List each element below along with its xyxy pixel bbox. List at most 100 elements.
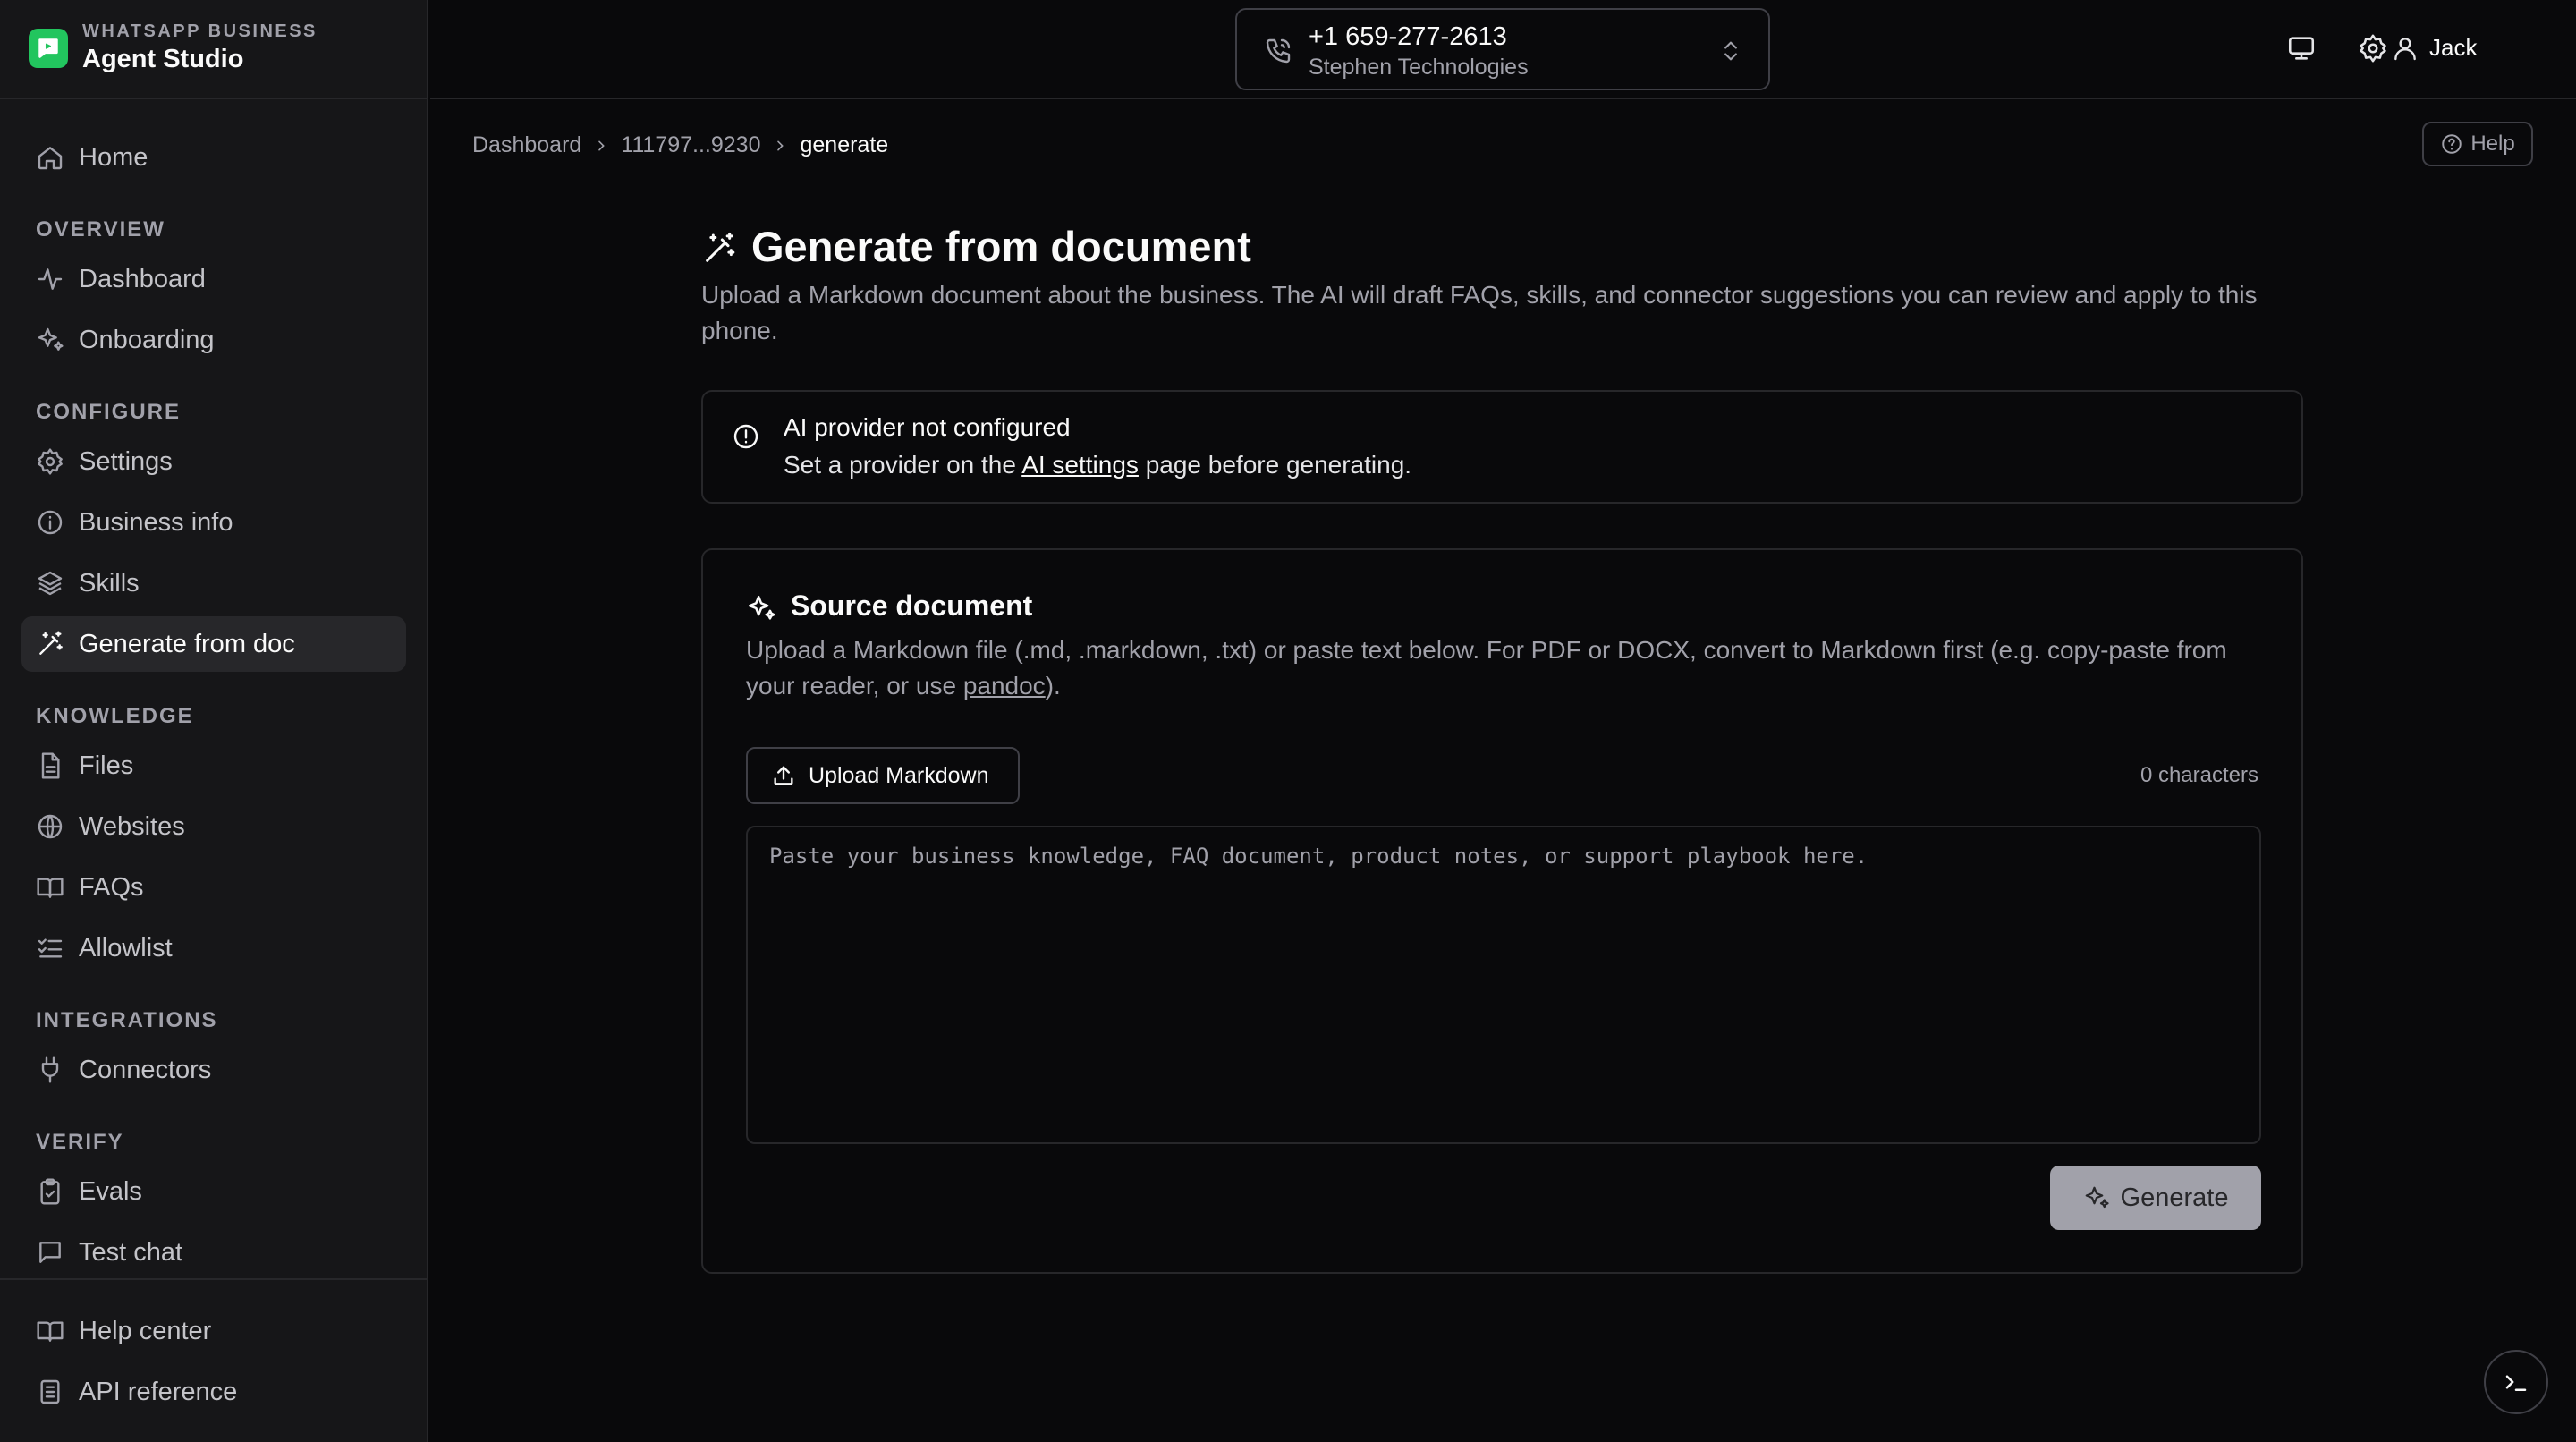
pandoc-link[interactable]: pandoc (963, 672, 1046, 700)
sidebar-item-skills[interactable]: Skills (21, 556, 406, 611)
sidebar-item-label: Generate from doc (79, 629, 295, 658)
sidebar-item-test-chat[interactable]: Test chat (21, 1225, 406, 1280)
sidebar-item-label: FAQs (79, 872, 144, 902)
alert-body-prefix: Set a provider on the (784, 451, 1022, 479)
sidebar-item-files[interactable]: Files (21, 738, 406, 793)
brand-kicker: WHATSAPP BUSINESS (82, 21, 318, 41)
help-circle-icon (2442, 134, 2462, 154)
gear-icon (38, 448, 63, 475)
document-textarea[interactable] (746, 826, 2261, 1144)
file-text-icon (41, 752, 60, 779)
sidebar-item-label: Settings (79, 446, 173, 476)
sidebar-item-websites[interactable]: Websites (21, 799, 406, 854)
generate-button[interactable]: Generate (2050, 1166, 2261, 1230)
gear-icon (2360, 34, 2386, 63)
plug-icon (41, 1056, 59, 1083)
chevron-right-icon (777, 140, 784, 150)
terminal-icon (2505, 1375, 2527, 1391)
card-description: Upload a Markdown file (.md, .markdown, … (746, 632, 2267, 704)
chevron-right-icon (598, 140, 606, 150)
info-icon (38, 510, 63, 535)
brand-header: WHATSAPP BUSINESS Agent Studio (0, 0, 427, 99)
top-bar: +1 659-277-2613 Stephen Technologies Jac… (430, 0, 2576, 99)
user-icon (2394, 38, 2416, 61)
section-knowledge: KNOWLEDGE (36, 704, 194, 728)
upload-markdown-button[interactable]: Upload Markdown (746, 747, 1020, 804)
sparkles-icon (38, 327, 64, 351)
home-icon (38, 147, 63, 170)
globe-icon (38, 814, 63, 839)
breadcrumb: Dashboard 111797...9230 generate (472, 132, 888, 158)
sidebar-item-onboarding[interactable]: Onboarding (21, 312, 406, 368)
sidebar-item-generate[interactable]: Generate from doc (21, 616, 406, 672)
sidebar-item-api-reference[interactable]: API reference (21, 1364, 406, 1420)
sidebar-item-home[interactable]: Home (21, 130, 406, 185)
sidebar-item-label: Test chat (79, 1237, 183, 1267)
sparkles-icon (2085, 1186, 2109, 1209)
phone-selector[interactable]: +1 659-277-2613 Stephen Technologies (1235, 8, 1770, 90)
breadcrumb-current: generate (800, 132, 889, 157)
brand-title: Agent Studio (82, 45, 244, 73)
whatsapp-logo-icon (29, 29, 68, 68)
monitor-icon (2288, 37, 2315, 60)
sidebar-item-label: Evals (79, 1176, 142, 1206)
book-open-icon (37, 878, 64, 898)
chevrons-up-down-icon (1724, 41, 1737, 61)
sidebar-item-label: Connectors (79, 1055, 212, 1084)
sidebar-item-label: Skills (79, 568, 140, 598)
sidebar-item-label: Dashboard (79, 264, 206, 293)
upload-icon (774, 766, 793, 785)
magic-wand-icon (39, 631, 63, 655)
company-name: Stephen Technologies (1309, 55, 1529, 80)
breadcrumb-dashboard[interactable]: Dashboard (472, 132, 581, 158)
sidebar-item-label: Websites (79, 811, 185, 841)
list-checks-icon (38, 938, 63, 958)
upload-label: Upload Markdown (809, 762, 989, 788)
phone-icon (1266, 38, 1291, 64)
sidebar-item-faqs[interactable]: FAQs (21, 860, 406, 915)
sidebar-item-dashboard[interactable]: Dashboard (21, 251, 406, 307)
user-menu[interactable] (2389, 32, 2421, 64)
terminal-button[interactable] (2484, 1350, 2548, 1414)
sidebar-item-settings[interactable]: Settings (21, 434, 406, 489)
sidebar-item-label: Files (79, 751, 134, 780)
help-button[interactable]: Help (2422, 122, 2533, 166)
sidebar-item-help-center[interactable]: Help center (21, 1303, 406, 1359)
section-overview: OVERVIEW (36, 217, 165, 242)
page-title: Generate from document (751, 223, 1251, 270)
card-title: Source document (791, 590, 1033, 622)
sidebar-item-connectors[interactable]: Connectors (21, 1042, 406, 1098)
sidebar-item-label: Business info (79, 507, 233, 537)
phone-number: +1 659-277-2613 (1309, 22, 1507, 51)
sidebar-item-label: Help center (79, 1316, 212, 1345)
ai-provider-alert: AI provider not configured Set a provide… (701, 390, 2303, 504)
sidebar-item-label: Home (79, 142, 148, 172)
page-description: Upload a Markdown document about the bus… (701, 281, 2258, 344)
generate-label: Generate (2120, 1183, 2229, 1212)
book-open-icon (37, 1321, 64, 1342)
user-name[interactable]: Jack (2429, 34, 2477, 62)
sidebar-item-business-info[interactable]: Business info (21, 495, 406, 550)
sidebar-item-label: API reference (79, 1377, 238, 1406)
sparkles-icon (748, 595, 775, 620)
alert-body: Set a provider on the AI settings page b… (784, 451, 1411, 479)
monitor-button[interactable] (2285, 32, 2318, 64)
layers-icon (38, 571, 63, 596)
ai-settings-link[interactable]: AI settings (1021, 451, 1139, 479)
activity-icon (38, 268, 63, 290)
section-verify: VERIFY (36, 1130, 124, 1154)
alert-title: AI provider not configured (784, 413, 1071, 441)
character-count: 0 characters (2140, 763, 2258, 787)
sidebar-item-evals[interactable]: Evals (21, 1164, 406, 1219)
alert-circle-icon (733, 424, 758, 449)
sidebar-divider (0, 1278, 427, 1280)
section-integrations: INTEGRATIONS (36, 1008, 218, 1032)
sidebar-item-label: Allowlist (79, 933, 173, 963)
message-square-icon (39, 1242, 61, 1263)
section-configure: CONFIGURE (36, 400, 181, 424)
source-document-card: Source document Upload a Markdown file (… (701, 548, 2303, 1274)
settings-button[interactable] (2357, 32, 2389, 64)
breadcrumb-phone[interactable]: 111797...9230 (621, 132, 760, 158)
clipboard-check-icon (40, 1178, 60, 1205)
sidebar-item-allowlist[interactable]: Allowlist (21, 920, 406, 976)
